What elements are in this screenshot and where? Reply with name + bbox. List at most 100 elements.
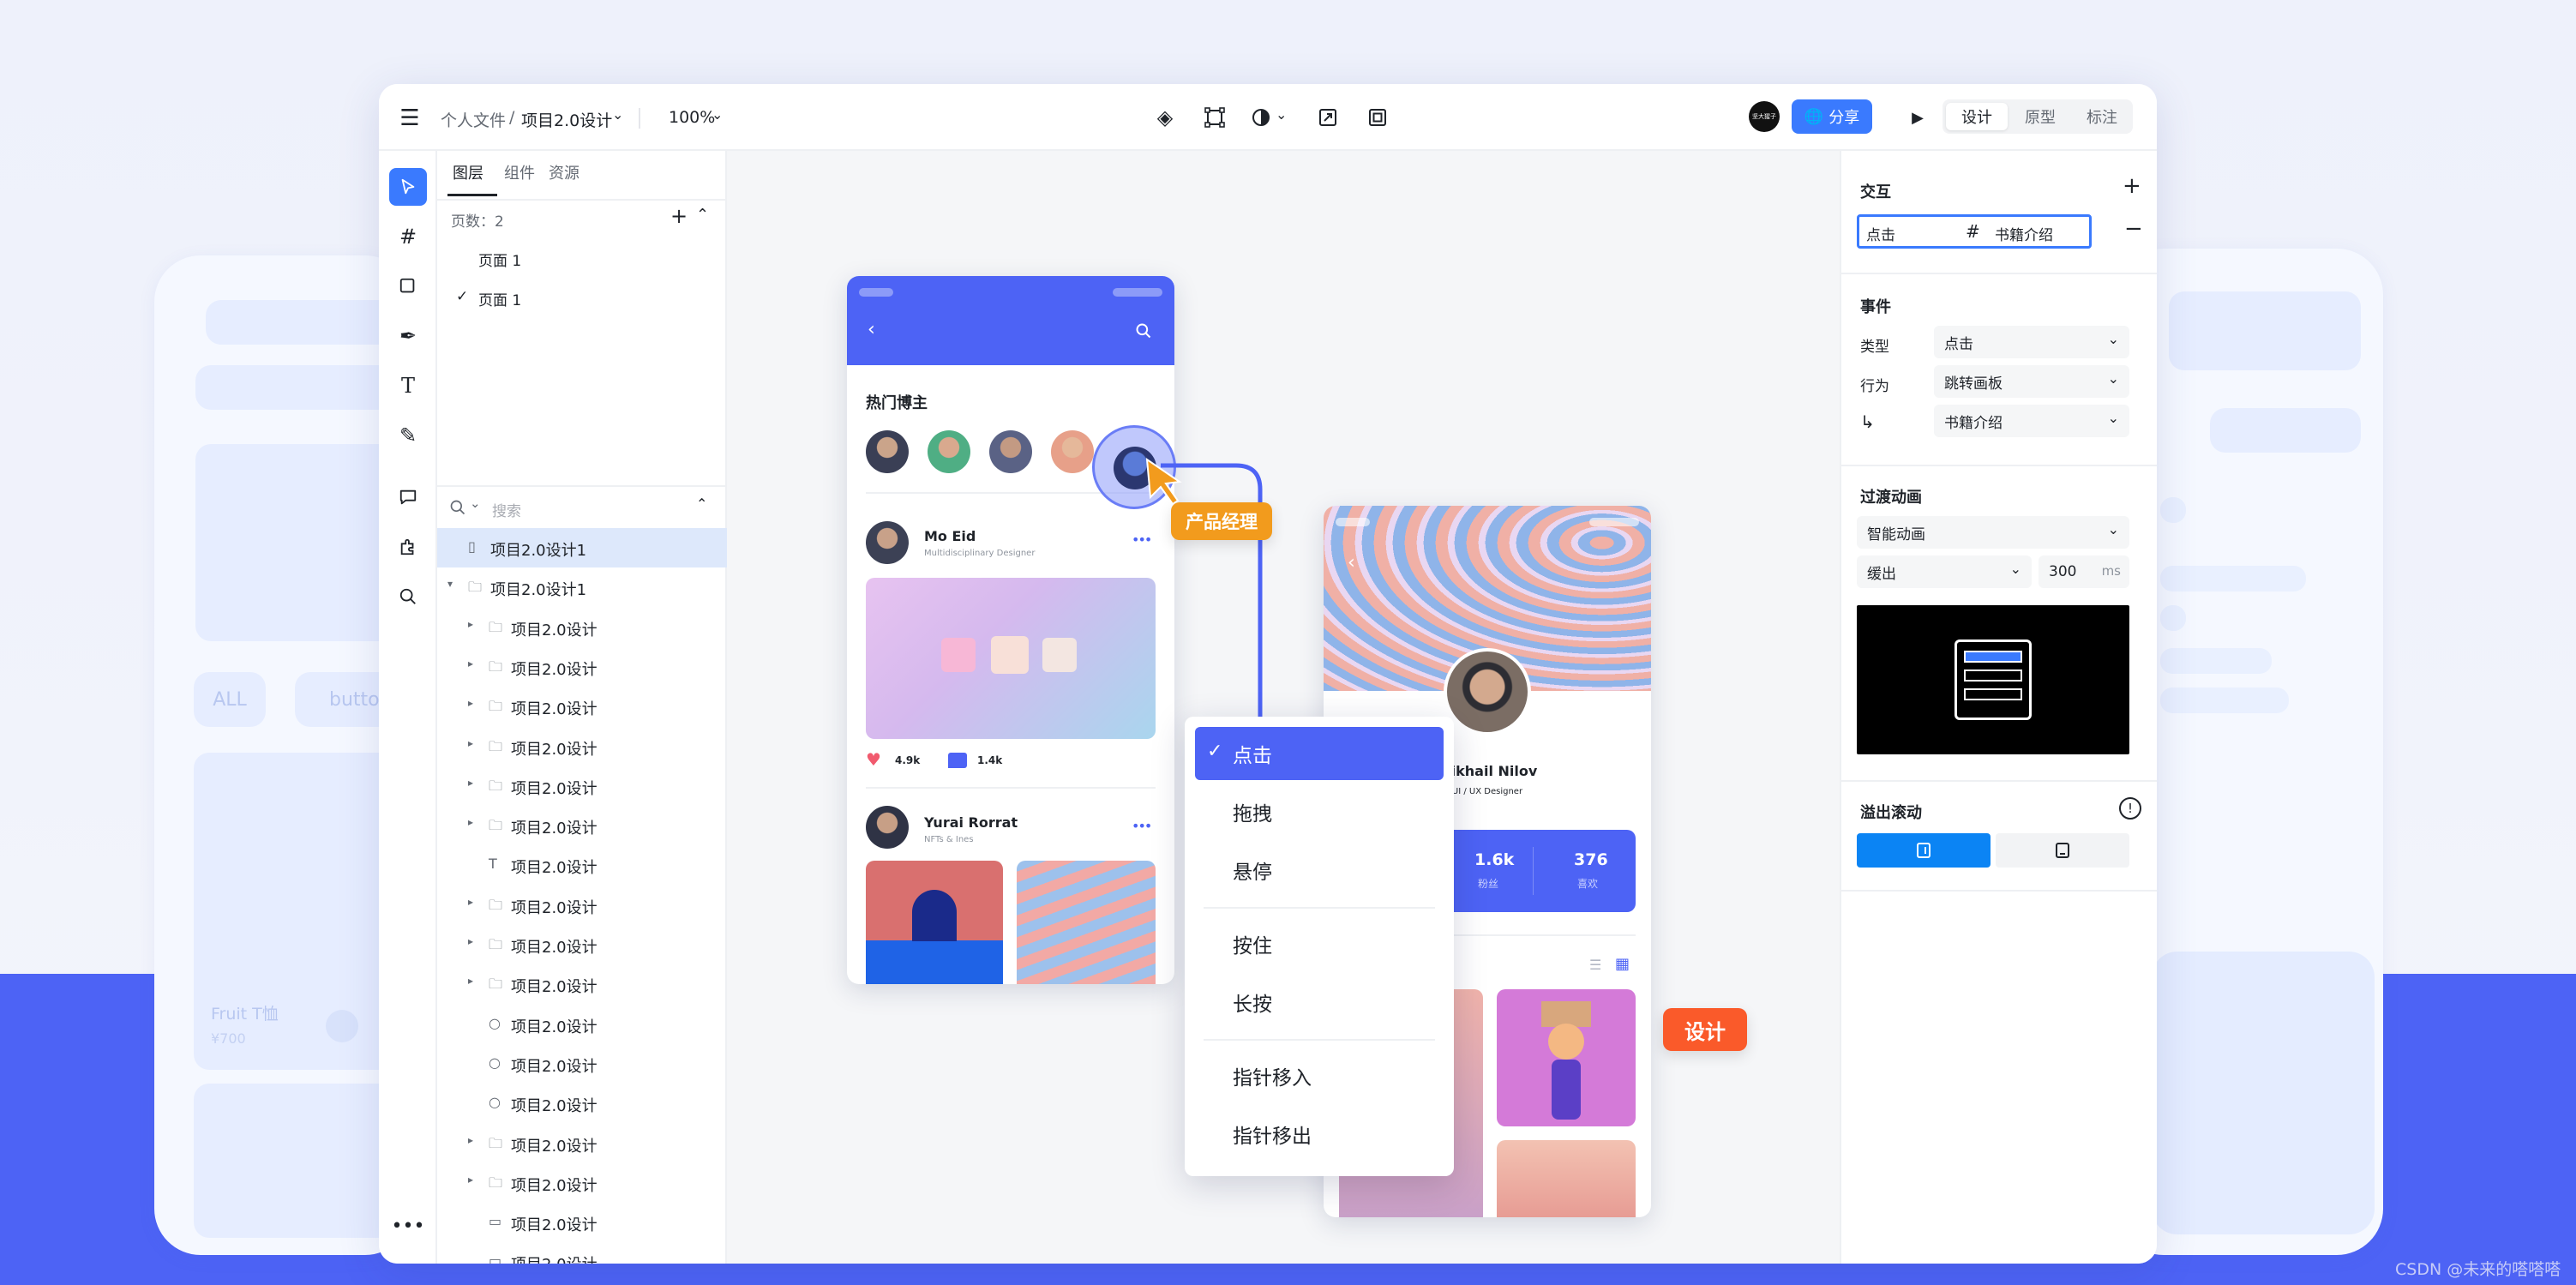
more-icon[interactable]: ••• [389,1207,427,1245]
comment-icon[interactable] [389,478,427,516]
layer-row[interactable]: ○ 项目2.0设计 [437,1044,727,1084]
chevron-down-icon[interactable]: ⌄ [1276,106,1287,123]
page-item[interactable]: 页面 1 [478,249,521,270]
tab-assets[interactable]: 资源 [549,161,579,183]
collapse-caret-icon[interactable]: ▸ [468,737,473,749]
share-button[interactable]: 🌐 分享 [1792,99,1872,134]
chevron-down-icon[interactable]: ⌄ [470,495,481,511]
add-page-icon[interactable]: + [670,204,688,228]
collapse-caret-icon[interactable]: ▸ [468,777,473,789]
design-canvas[interactable]: ‹ 热门博主 Mo Eid Multidisciplinary Designer… [727,151,1840,1264]
layer-row[interactable]: ▸ 🗀 项目2.0设计 [437,1124,727,1163]
action-select[interactable]: 跳转画板 ⌄ [1934,365,2129,398]
collapse-caret-icon[interactable]: ▸ [468,658,473,670]
profile-avatar[interactable] [1444,648,1531,736]
zoom-level[interactable]: 100% [669,108,715,127]
mode-tab-prototype[interactable]: 原型 [2009,103,2071,130]
mode-tab-design[interactable]: 设计 [1946,103,2008,130]
duration-input[interactable]: 300 ms [2039,555,2129,588]
menu-item-press[interactable]: 按住 [1195,917,1444,970]
collapse-caret-icon[interactable]: ▸ [468,1134,473,1146]
text-tool-icon[interactable]: T [389,367,427,405]
grid-view-icon[interactable]: ▦ [1615,955,1630,973]
collapse-all-icon[interactable]: ⌃ [696,495,707,512]
layer-search-input[interactable]: 搜索 [492,499,521,520]
menu-item-click[interactable]: ✓ 点击 [1195,727,1444,780]
layer-row[interactable]: ▸ 🗀 项目2.0设计 [437,925,727,964]
expand-caret-icon[interactable]: ▾ [447,578,453,590]
layer-row[interactable]: ▸ 🗀 项目2.0设计 [437,608,727,647]
list-view-icon[interactable]: ☰ [1589,957,1601,973]
add-interaction-icon[interactable]: + [2123,173,2141,199]
user-avatar[interactable]: 坚大猩子 [1749,101,1780,132]
move-tool-icon[interactable] [389,168,427,206]
layer-row[interactable]: ▭ 项目2.0设计 [437,1203,727,1242]
collapse-caret-icon[interactable]: ▸ [468,816,473,828]
plugin-icon[interactable] [389,528,427,566]
ghost-product-name: Fruit T恤 [211,1005,279,1024]
layer-row[interactable]: ▭ 项目2.0设计 [437,1242,727,1264]
layer-row[interactable]: ○ 项目2.0设计 [437,1005,727,1044]
type-select[interactable]: 点击 ⌄ [1934,326,2129,358]
menu-item-pointer-enter[interactable]: 指针移入 [1195,1049,1444,1102]
target-select[interactable]: 书籍介绍 ⌄ [1934,405,2129,437]
chevron-down-icon[interactable]: ⌄ [712,106,723,123]
stat-value: 376 [1574,850,1608,869]
layer-row[interactable]: ▸ 🗀 项目2.0设计 [437,766,727,806]
layer-row[interactable]: ○ 项目2.0设计 [437,1084,727,1123]
page-item-current[interactable]: 页面 1 [478,288,521,309]
collapse-caret-icon[interactable]: ▸ [468,896,473,908]
gallery-image [1497,989,1636,1126]
layer-name: 项目2.0设计 [511,1216,597,1235]
layer-row[interactable]: ▸ 🗀 项目2.0设计 [437,886,727,925]
mode-tab-annotate[interactable]: 标注 [2071,103,2133,130]
frame-crop-icon[interactable] [1200,103,1229,132]
layer-row[interactable]: ▸ 🗀 项目2.0设计 [437,964,727,1004]
layer-row[interactable]: T 项目2.0设计 [437,845,727,885]
layer-row[interactable]: ▸ 🗀 项目2.0设计 [437,1163,727,1203]
remove-interaction-icon[interactable]: − [2124,216,2143,242]
easing-select[interactable]: 缓出 ⌄ [1857,555,2032,588]
menu-item-drag[interactable]: 拖拽 [1195,785,1444,838]
collapse-caret-icon[interactable]: ▸ [468,935,473,947]
collapse-icon[interactable]: ⌃ [696,206,709,224]
animation-select[interactable]: 智能动画 ⌄ [1857,516,2129,549]
layer-row[interactable]: ▸ 🗀 项目2.0设计 [437,806,727,845]
layer-row[interactable]: ▸ 🗀 项目2.0设计 [437,647,727,687]
pencil-tool-icon[interactable]: ✎ [389,417,427,454]
breadcrumb-root[interactable]: 个人文件 [441,108,506,131]
layer-row[interactable]: ▯ 项目2.0设计1 [437,528,727,567]
interaction-row[interactable]: 点击 # 书籍介绍 [1857,214,2092,249]
chevron-down-icon[interactable]: ⌄ [612,106,623,123]
menu-item-long-press[interactable]: 长按 [1195,976,1444,1029]
info-icon[interactable]: ! [2119,797,2141,820]
search-icon[interactable] [389,578,427,615]
collapse-caret-icon[interactable]: ▸ [468,618,473,630]
shape-tool-icon[interactable] [389,267,427,305]
tab-components[interactable]: 组件 [504,161,535,183]
menu-item-pointer-leave[interactable]: 指针移出 [1195,1108,1444,1161]
hamburger-menu-icon[interactable]: ☰ [396,105,423,132]
project-name[interactable]: 项目2.0设计 [521,108,612,131]
pen-tool-icon[interactable]: ✒ [389,317,427,355]
mask-icon[interactable] [1363,103,1392,132]
frame-tool-icon[interactable]: # [389,218,427,255]
collapse-caret-icon[interactable]: ▸ [468,975,473,987]
component-icon[interactable]: ◈ [1150,103,1180,132]
layers-panel: 图层 组件 资源 页数：2 + ⌃ 页面 1 ✓ 页面 1 ⌄ 搜索 ⌃ ▯ 项目… [437,151,727,1264]
menu-item-hover[interactable]: 悬停 [1195,844,1444,897]
play-icon[interactable]: ▶ [1905,103,1930,132]
layer-row[interactable]: ▸ 🗀 项目2.0设计 [437,727,727,766]
layer-row[interactable]: ▸ 🗀 项目2.0设计 [437,687,727,726]
contrast-icon[interactable] [1246,103,1276,132]
back-arrow-icon[interactable]: ‹ [1348,552,1355,573]
layer-row[interactable]: ▾ 🗀 项目2.0设计1 [437,567,727,607]
overflow-vertical-button[interactable] [1857,833,1991,868]
collapse-caret-icon[interactable]: ▸ [468,697,473,709]
overflow-none-button[interactable] [1996,833,2129,868]
page-count: 页数：2 [451,213,504,231]
tab-layers[interactable]: 图层 [453,161,483,183]
collapse-caret-icon[interactable]: ▸ [468,1174,473,1186]
folder-icon: 🗀 [489,1134,503,1151]
resize-icon[interactable] [1313,103,1342,132]
